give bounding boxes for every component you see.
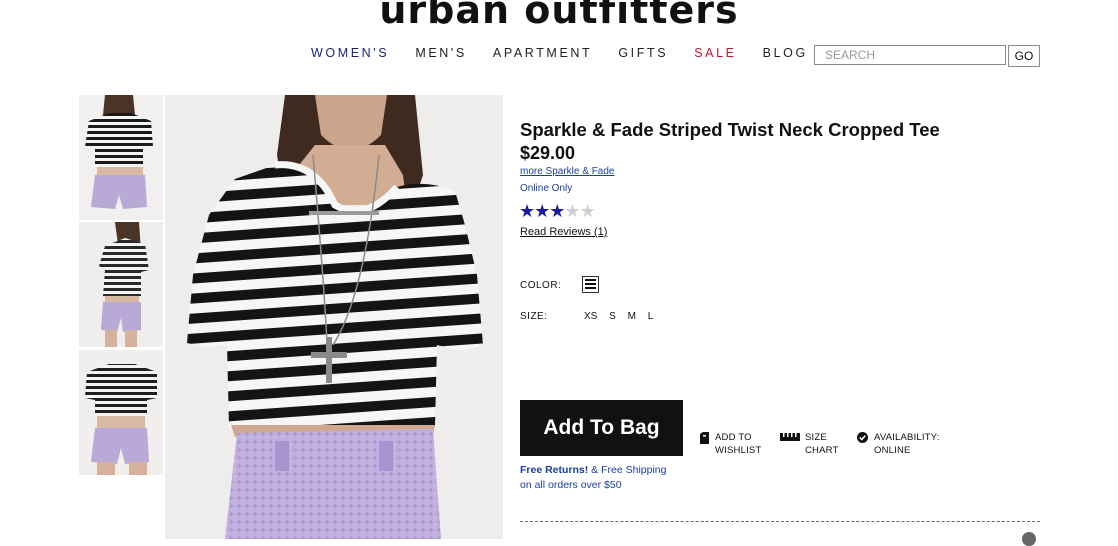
main-nav: WOMEN'S MEN'S APARTMENT GIFTS SALE BLOG: [311, 46, 828, 60]
size-label: SIZE:: [520, 311, 548, 322]
brand-logo[interactable]: urban outfitters: [0, 0, 1118, 32]
ruler-icon: [780, 432, 800, 445]
search-input[interactable]: SEARCH: [814, 45, 1006, 65]
add-to-bag-button[interactable]: Add To Bag: [520, 400, 683, 456]
free-shipping-text: & Free Shipping: [588, 464, 667, 476]
shipping-returns-note: Free Returns! & Free Shipping on all ord…: [520, 463, 666, 493]
size-option-l[interactable]: L: [648, 311, 654, 322]
size-chart-line2: CHART: [805, 445, 839, 456]
size-option-xs[interactable]: XS: [584, 311, 597, 322]
size-options: XS S M L: [584, 311, 662, 322]
rating-stars: ★★★★★: [519, 201, 596, 222]
star-icon: ★: [519, 201, 535, 221]
product-price: $29.00: [520, 143, 576, 163]
nav-item-womens[interactable]: WOMEN'S: [311, 46, 389, 60]
nav-item-sale[interactable]: SALE: [694, 46, 736, 60]
free-returns-link[interactable]: Free Returns!: [520, 464, 588, 476]
wishlist-tag-icon: [700, 432, 709, 448]
availability-line1: AVAILABILITY:: [874, 432, 940, 443]
nav-item-gifts[interactable]: GIFTS: [618, 46, 668, 60]
section-divider: [520, 521, 1040, 522]
size-chart-line1: SIZE: [805, 432, 827, 443]
checkmark-circle-icon: [857, 432, 868, 447]
search-go-button[interactable]: GO: [1008, 45, 1040, 67]
product-thumbnail[interactable]: [79, 222, 163, 347]
star-icon: ★: [534, 201, 550, 221]
availability-line2: ONLINE: [874, 445, 911, 456]
color-label: COLOR:: [520, 280, 562, 291]
add-to-wishlist-link[interactable]: ADD TO WISHLIST: [700, 431, 761, 457]
star-icon: ★: [564, 201, 580, 221]
size-chart-link[interactable]: SIZE CHART: [780, 431, 839, 457]
size-option-s[interactable]: S: [609, 311, 616, 322]
nav-item-apartment[interactable]: APARTMENT: [493, 46, 592, 60]
nav-item-mens[interactable]: MEN'S: [415, 46, 467, 60]
product-main-image[interactable]: [165, 95, 503, 539]
star-icon: ★: [549, 201, 565, 221]
size-option-m[interactable]: M: [628, 311, 636, 322]
wishlist-label-line2: WISHLIST: [715, 445, 762, 456]
online-only-note: Online Only: [520, 183, 573, 194]
expand-icon[interactable]: [1022, 532, 1036, 546]
product-thumbnail[interactable]: [79, 95, 163, 220]
star-icon: ★: [579, 201, 596, 221]
nav-item-blog[interactable]: BLOG: [763, 46, 808, 60]
read-reviews-link[interactable]: Read Reviews (1): [520, 226, 607, 238]
wishlist-label-line1: ADD TO: [715, 432, 752, 443]
product-title: Sparkle & Fade Striped Twist Neck Croppe…: [520, 119, 940, 140]
more-brand-link[interactable]: more Sparkle & Fade: [520, 166, 615, 177]
color-swatch[interactable]: [582, 276, 599, 293]
free-shipping-threshold: on all orders over $50: [520, 479, 622, 491]
availability-info[interactable]: AVAILABILITY: ONLINE: [857, 431, 940, 457]
product-thumbnail[interactable]: [79, 350, 163, 475]
